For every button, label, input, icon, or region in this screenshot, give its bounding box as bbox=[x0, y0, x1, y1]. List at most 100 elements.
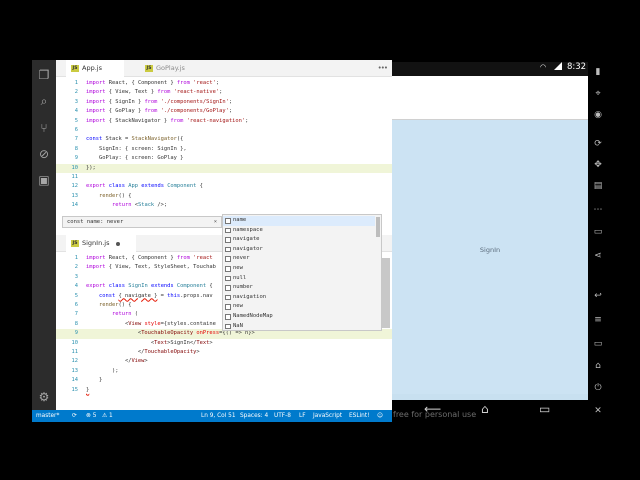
recents-icon[interactable]: ▭ bbox=[539, 402, 550, 416]
line-number: 4 bbox=[74, 283, 78, 290]
suggestion-label: NamedNodeMap bbox=[233, 313, 273, 319]
suggestion-item[interactable]: never bbox=[223, 254, 375, 264]
line-number: 2 bbox=[74, 89, 78, 96]
close-icon[interactable]: ✕ bbox=[592, 405, 604, 417]
line-number: 1 bbox=[74, 255, 78, 261]
suggestion-item[interactable]: number bbox=[223, 283, 375, 293]
wifi-icon: ◠ bbox=[540, 63, 547, 71]
line-number: 10 bbox=[71, 339, 79, 346]
suggestion-label: NaN bbox=[233, 322, 243, 329]
line-number: 8 bbox=[74, 320, 78, 327]
variable-icon bbox=[225, 246, 231, 253]
suggestion-item[interactable]: NaN bbox=[223, 322, 375, 332]
settings-gear-icon[interactable]: ⚙ bbox=[37, 390, 51, 404]
suggestion-item[interactable]: new bbox=[223, 302, 375, 312]
suggestion-item[interactable]: navigate bbox=[223, 235, 375, 245]
rss-icon[interactable]: ⋯ bbox=[592, 204, 604, 216]
variable-icon bbox=[225, 227, 231, 234]
line-number: 1 bbox=[74, 80, 78, 86]
javascript-file-icon: JS bbox=[71, 240, 79, 247]
indentation[interactable]: Spaces: 4 bbox=[240, 410, 268, 422]
variable-icon bbox=[225, 294, 231, 301]
line-number: 15 bbox=[71, 386, 79, 393]
line-number: 13 bbox=[71, 192, 79, 199]
debug-icon[interactable]: ⊘ bbox=[37, 147, 51, 161]
tab-goplay-js[interactable]: JS GoPlay.js bbox=[140, 60, 200, 77]
line-number: 9 bbox=[74, 155, 78, 162]
class-icon bbox=[225, 314, 231, 320]
unsaved-dot-icon bbox=[116, 242, 120, 246]
move-icon[interactable]: ✥ bbox=[592, 159, 604, 171]
editor-minimap[interactable] bbox=[382, 258, 390, 328]
home-button-icon[interactable]: ⌂ bbox=[592, 360, 604, 372]
activity-bar: ❐ ⌕ ⑂ ⊘ ▣ ⚙ bbox=[32, 60, 56, 410]
line-ending[interactable]: LF bbox=[299, 410, 306, 422]
keyword-icon bbox=[225, 275, 231, 282]
cursor-position[interactable]: Ln 9, Col 51 bbox=[201, 410, 236, 422]
search-icon[interactable]: ⌕ bbox=[37, 94, 51, 108]
line-number: 7 bbox=[74, 136, 78, 143]
more-actions-icon[interactable]: ••• bbox=[378, 64, 388, 72]
line-number: 6 bbox=[74, 127, 78, 133]
signin-screen[interactable] bbox=[392, 120, 588, 394]
gps-icon[interactable]: ⌖ bbox=[592, 88, 604, 100]
errors-count[interactable]: ⊗ 5 bbox=[86, 410, 96, 422]
tab-label: App.js bbox=[82, 64, 102, 72]
suggestion-item[interactable]: null bbox=[223, 274, 375, 284]
javascript-file-icon: JS bbox=[71, 65, 79, 72]
keyword-icon bbox=[225, 285, 231, 291]
suggestion-label: navigator bbox=[233, 245, 263, 252]
line-number: 3 bbox=[74, 98, 78, 105]
line-number: 11 bbox=[71, 349, 79, 355]
line-number: 12 bbox=[71, 358, 79, 365]
line-number: 4 bbox=[74, 108, 78, 115]
status-bar: master* ⟳ ⊗ 5 ⚠ 1 Ln 9, Col 51 Spaces: 4… bbox=[32, 410, 392, 422]
rotate-icon[interactable]: ⟳ bbox=[592, 138, 604, 150]
tab-signin-js[interactable]: JS SignIn.js bbox=[66, 235, 136, 252]
editor-app-js[interactable]: 1 import React, { Component } from 'react… bbox=[56, 77, 392, 235]
suggestion-label: namespace bbox=[233, 226, 263, 233]
line-number: 2 bbox=[74, 264, 78, 271]
recent-apps-icon[interactable]: ▭ bbox=[592, 338, 604, 350]
suggestion-item[interactable]: navigator bbox=[223, 245, 375, 255]
suggestion-item[interactable]: namespace bbox=[223, 226, 375, 236]
camera-icon[interactable]: ◉ bbox=[592, 109, 604, 121]
back-button-icon[interactable]: ↩ bbox=[592, 290, 604, 302]
sync-icon[interactable]: ⟳ bbox=[72, 410, 77, 422]
suggestion-item[interactable]: new bbox=[223, 264, 375, 274]
line-number: 6 bbox=[74, 302, 78, 308]
home-icon[interactable]: ⌂ bbox=[481, 402, 489, 416]
language-mode[interactable]: JavaScript bbox=[313, 410, 342, 422]
id-icon[interactable]: ▤ bbox=[592, 180, 604, 192]
variable-icon bbox=[225, 323, 231, 330]
battery-icon[interactable]: ▮ bbox=[592, 66, 604, 78]
git-branch[interactable]: master* bbox=[36, 410, 59, 422]
suggestion-label: navigate bbox=[233, 236, 260, 243]
power-icon[interactable]: ⏻ bbox=[592, 382, 604, 394]
feedback-icon[interactable]: ☺ bbox=[377, 410, 383, 422]
line-number: 14 bbox=[71, 377, 79, 384]
hover-tooltip-text: const name: never bbox=[67, 219, 124, 225]
chat-icon[interactable]: ▭ bbox=[592, 226, 604, 238]
warnings-count[interactable]: ⚠ 1 bbox=[102, 410, 113, 422]
line-number: 14 bbox=[71, 202, 79, 209]
suggestion-item[interactable]: NamedNodeMap bbox=[223, 312, 375, 322]
emulator-screen: SignIn bbox=[392, 62, 588, 420]
extensions-icon[interactable]: ▣ bbox=[37, 173, 51, 187]
menu-icon[interactable]: ≡ bbox=[592, 314, 604, 326]
share-icon[interactable]: ⋖ bbox=[592, 250, 604, 262]
close-icon[interactable]: × bbox=[214, 217, 217, 227]
suggestion-label: navigation bbox=[233, 293, 267, 300]
source-control-icon[interactable]: ⑂ bbox=[37, 121, 51, 135]
suggestion-item[interactable]: name bbox=[223, 216, 375, 226]
suggestion-label: number bbox=[233, 284, 253, 291]
suggestion-scrollbar[interactable] bbox=[376, 217, 380, 237]
encoding[interactable]: UTF-8 bbox=[274, 410, 291, 422]
suggestion-item[interactable]: navigation bbox=[223, 293, 375, 303]
explorer-icon[interactable]: ❐ bbox=[37, 68, 51, 82]
line-number: 5 bbox=[74, 292, 78, 299]
tab-app-js[interactable]: JS App.js bbox=[66, 60, 124, 77]
eslint-status[interactable]: ESLint! bbox=[349, 410, 369, 422]
keyword-icon bbox=[225, 256, 231, 262]
line-number: 12 bbox=[71, 183, 79, 190]
